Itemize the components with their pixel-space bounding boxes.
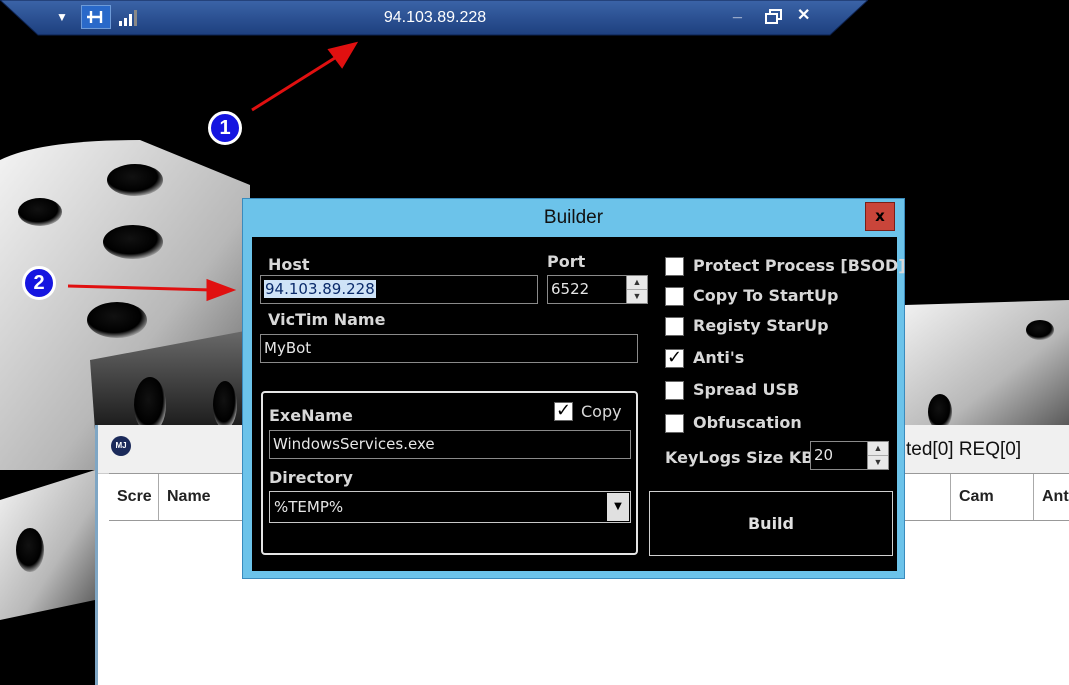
- antis-checkbox[interactable]: [665, 347, 684, 368]
- pin-icon[interactable]: [81, 5, 111, 29]
- victim-name-input[interactable]: MyBot: [260, 334, 638, 363]
- obfuscation-checkbox[interactable]: [665, 414, 684, 433]
- chevron-down-icon[interactable]: ▼: [607, 493, 629, 521]
- exe-settings-group: ExeName Copy WindowsServices.exe Directo…: [261, 391, 638, 555]
- close-button[interactable]: ✕: [797, 7, 810, 25]
- antis-label: Anti's: [693, 348, 745, 367]
- app-logo-icon: MJ: [111, 436, 131, 456]
- column-cam[interactable]: Cam: [950, 474, 1034, 520]
- stepper-down-icon[interactable]: ▼: [868, 456, 888, 470]
- host-input[interactable]: 94.103.89.228: [260, 275, 538, 304]
- keylogs-stepper[interactable]: ▲ ▼: [867, 441, 889, 470]
- builder-content: Host 94.103.89.228 Port 6522 ▲ ▼ VicTim N…: [252, 237, 906, 571]
- rdp-connection-bar: ▼ 94.103.89.228 _ ✕: [0, 0, 868, 36]
- column-screen[interactable]: Scre: [109, 474, 159, 520]
- victim-name-label: VicTim Name: [268, 310, 386, 329]
- directory-label: Directory: [269, 468, 353, 487]
- spread-usb-checkbox[interactable]: [665, 381, 684, 400]
- copy-label: Copy: [581, 402, 622, 421]
- exename-input[interactable]: WindowsServices.exe: [269, 430, 631, 459]
- copy-checkbox[interactable]: [554, 400, 573, 421]
- obfuscation-label: Obfuscation: [693, 413, 802, 432]
- dialog-title: Builder: [543, 207, 604, 228]
- port-input[interactable]: 6522: [547, 275, 627, 304]
- host-value: 94.103.89.228: [264, 280, 376, 298]
- protect-process-checkbox[interactable]: [665, 257, 684, 276]
- stepper-up-icon[interactable]: ▲: [627, 276, 647, 290]
- annotation-marker-2: 2: [22, 266, 56, 300]
- annotation-marker-1: 1: [208, 111, 242, 145]
- registry-startup-checkbox[interactable]: [665, 317, 684, 336]
- remote-ip-address: 94.103.89.228: [383, 9, 487, 26]
- host-label: Host: [268, 255, 310, 274]
- connection-status: ted[0] REQ[0]: [906, 439, 1022, 460]
- minimize-button[interactable]: _: [733, 3, 742, 21]
- dialog-close-button[interactable]: x: [865, 202, 895, 231]
- copy-to-startup-label: Copy To StartUp: [693, 286, 839, 305]
- build-button[interactable]: Build: [649, 491, 893, 556]
- copy-to-startup-checkbox[interactable]: [665, 287, 684, 306]
- restore-icon[interactable]: [765, 9, 783, 25]
- keylogs-size-label: KeyLogs Size KB: [665, 448, 814, 467]
- spread-usb-label: Spread USB: [693, 380, 800, 399]
- menu-chevron-icon[interactable]: ▼: [56, 8, 68, 26]
- directory-select[interactable]: %TEMP% ▼: [269, 491, 631, 523]
- stepper-up-icon[interactable]: ▲: [868, 442, 888, 456]
- port-label: Port: [547, 252, 586, 271]
- keylogs-size-input[interactable]: 20: [810, 441, 868, 470]
- stepper-down-icon[interactable]: ▼: [627, 290, 647, 304]
- column-anti[interactable]: Anti: [1034, 474, 1069, 520]
- port-stepper[interactable]: ▲ ▼: [626, 275, 648, 304]
- signal-icon[interactable]: [118, 9, 140, 27]
- builder-dialog: Builder x Host 94.103.89.228 Port 6522 ▲…: [242, 198, 906, 579]
- exename-label: ExeName: [269, 406, 353, 425]
- directory-value: %TEMP%: [274, 498, 344, 516]
- protect-process-label: Protect Process [BSOD]: [693, 256, 906, 275]
- registry-startup-label: Registy StarUp: [693, 316, 829, 335]
